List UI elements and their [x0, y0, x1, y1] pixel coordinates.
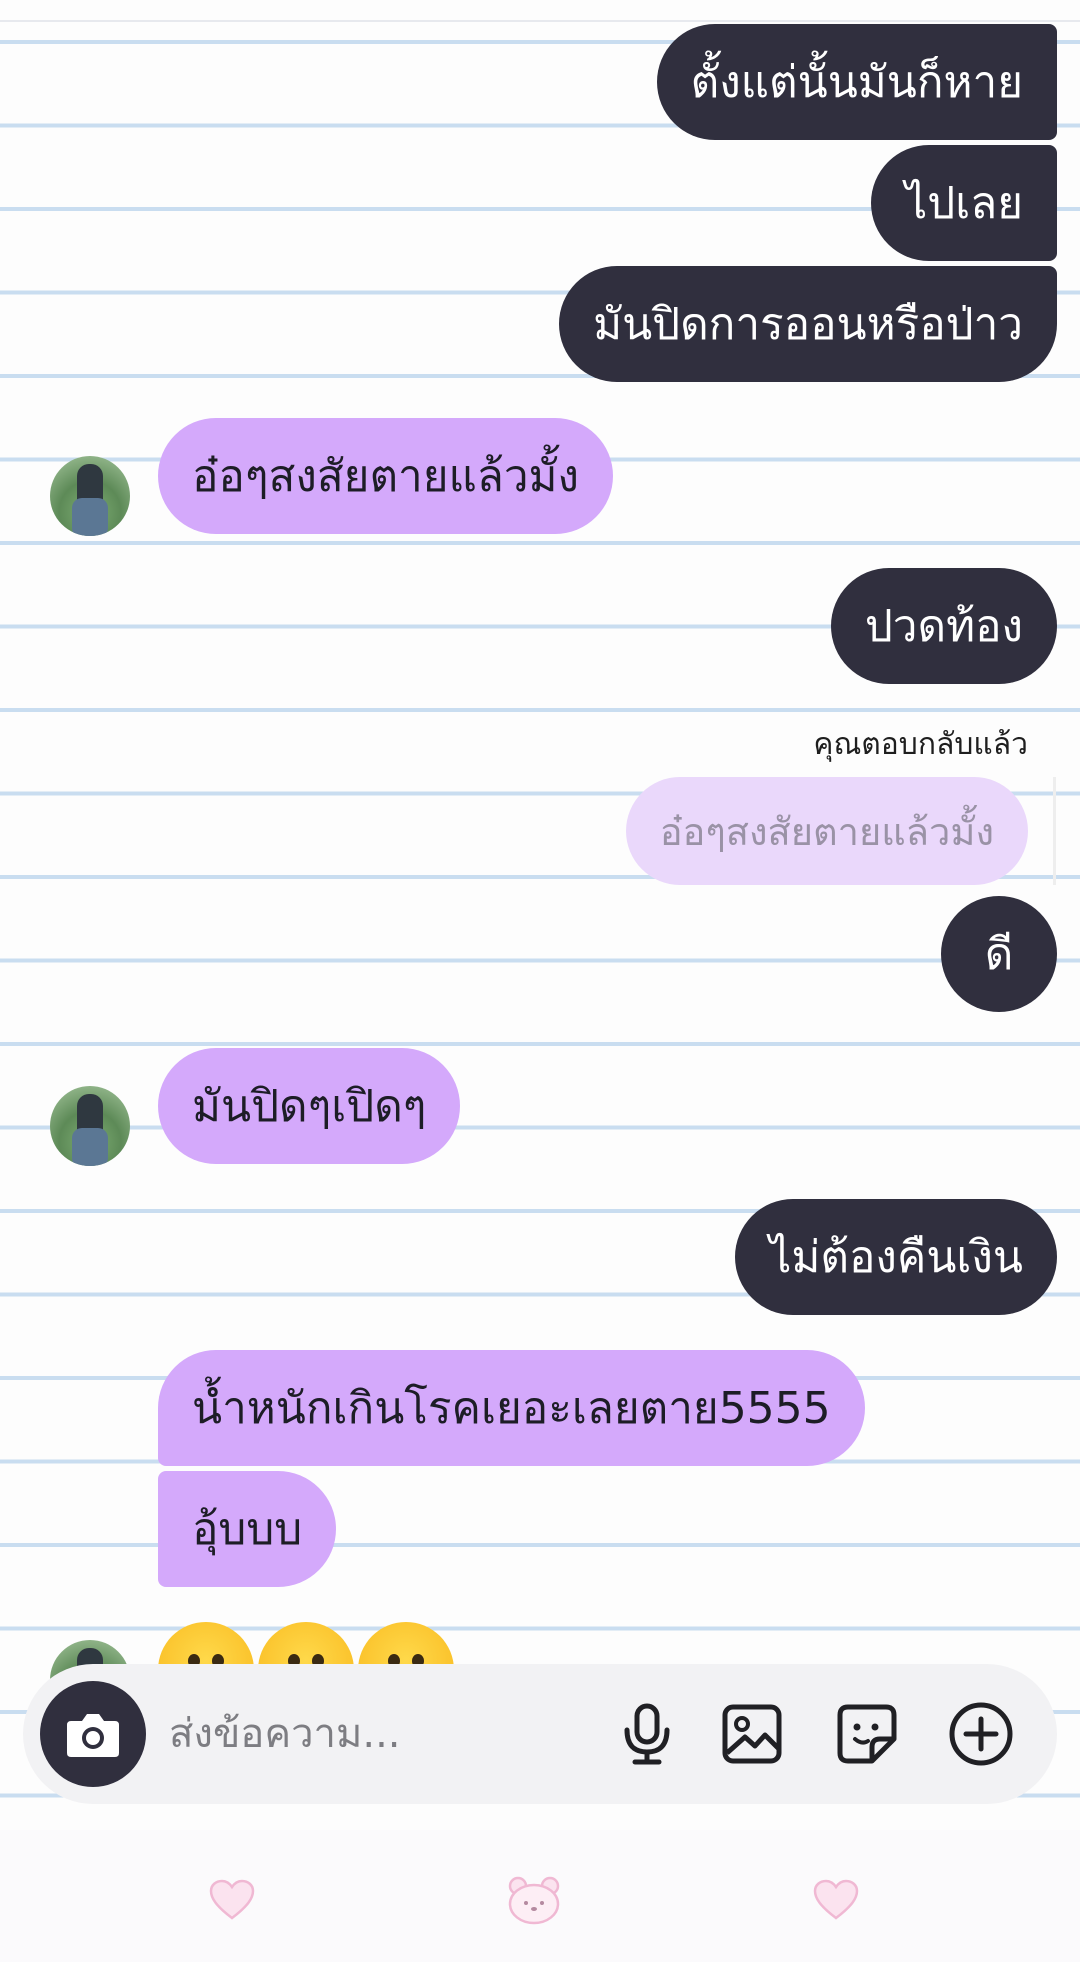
- outgoing-message[interactable]: ปวดท้อง: [830, 568, 1057, 684]
- message-text: อุ้บบบ: [192, 1504, 303, 1555]
- message-text: อ๋อๆสงสัยตายแล้วมั้ง: [192, 451, 580, 502]
- incoming-message[interactable]: มันปิดๆเปิดๆ: [158, 1048, 461, 1164]
- nav-bear-home[interactable]: [504, 1870, 564, 1930]
- microphone-icon: [624, 1703, 670, 1765]
- heart-icon: [813, 1879, 859, 1920]
- incoming-message[interactable]: อุ้บบบ: [158, 1471, 337, 1587]
- incoming-message[interactable]: น้ำหนักเกินโรคเยอะเลยตาย5555: [158, 1350, 865, 1466]
- contact-avatar[interactable]: [50, 1086, 130, 1166]
- message-composer: [23, 1664, 1057, 1804]
- contact-avatar[interactable]: [50, 456, 130, 536]
- plus-icon: [949, 1702, 1013, 1766]
- nav-heart-left[interactable]: [202, 1870, 262, 1930]
- bottom-navigation: [0, 1830, 1080, 1962]
- sticker-button[interactable]: [833, 1700, 901, 1768]
- camera-button[interactable]: [40, 1681, 146, 1787]
- reply-label: คุณตอบกลับแล้ว: [813, 727, 1028, 762]
- message-text: ปวดท้อง: [864, 601, 1023, 652]
- sticker-icon: [837, 1704, 897, 1764]
- gallery-icon: [722, 1704, 782, 1764]
- camera-icon: [67, 1714, 119, 1757]
- outgoing-message[interactable]: ไม่ต้องคืนเงิน: [735, 1199, 1057, 1315]
- microphone-button[interactable]: [613, 1700, 681, 1768]
- gallery-button[interactable]: [718, 1700, 786, 1768]
- message-text: มันปิดการออนหรือป่าว: [593, 299, 1023, 350]
- message-text: ไปเลย: [905, 178, 1023, 229]
- heart-icon: [209, 1879, 255, 1920]
- reply-quoted-message[interactable]: อ๋อๆสงสัยตายแล้วมั้ง: [625, 777, 1028, 885]
- bear-icon: [508, 1876, 560, 1925]
- message-text: ไม่ต้องคืนเงิน: [769, 1232, 1023, 1283]
- outgoing-message[interactable]: ตั้งแต่นั้นมันก็หาย: [656, 24, 1057, 140]
- message-text: ดี: [984, 929, 1014, 980]
- message-text: ตั้งแต่นั้นมันก็หาย: [690, 57, 1023, 108]
- quoted-text: อ๋อๆสงสัยตายแล้วมั้ง: [659, 809, 994, 854]
- outgoing-message[interactable]: มันปิดการออนหรือป่าว: [559, 266, 1057, 382]
- outgoing-message[interactable]: ดี: [941, 896, 1057, 1012]
- add-attachment-button[interactable]: [947, 1700, 1015, 1768]
- message-text: มันปิดๆเปิดๆ: [192, 1081, 427, 1132]
- incoming-message[interactable]: อ๋อๆสงสัยตายแล้วมั้ง: [158, 418, 614, 534]
- outgoing-message[interactable]: ไปเลย: [871, 145, 1057, 261]
- message-text: น้ำหนักเกินโรคเยอะเลยตาย5555: [192, 1383, 831, 1434]
- message-input[interactable]: [169, 1694, 609, 1774]
- reply-indicator-bar: [1053, 777, 1056, 885]
- header-divider: [0, 20, 1080, 22]
- nav-heart-right[interactable]: [806, 1870, 866, 1930]
